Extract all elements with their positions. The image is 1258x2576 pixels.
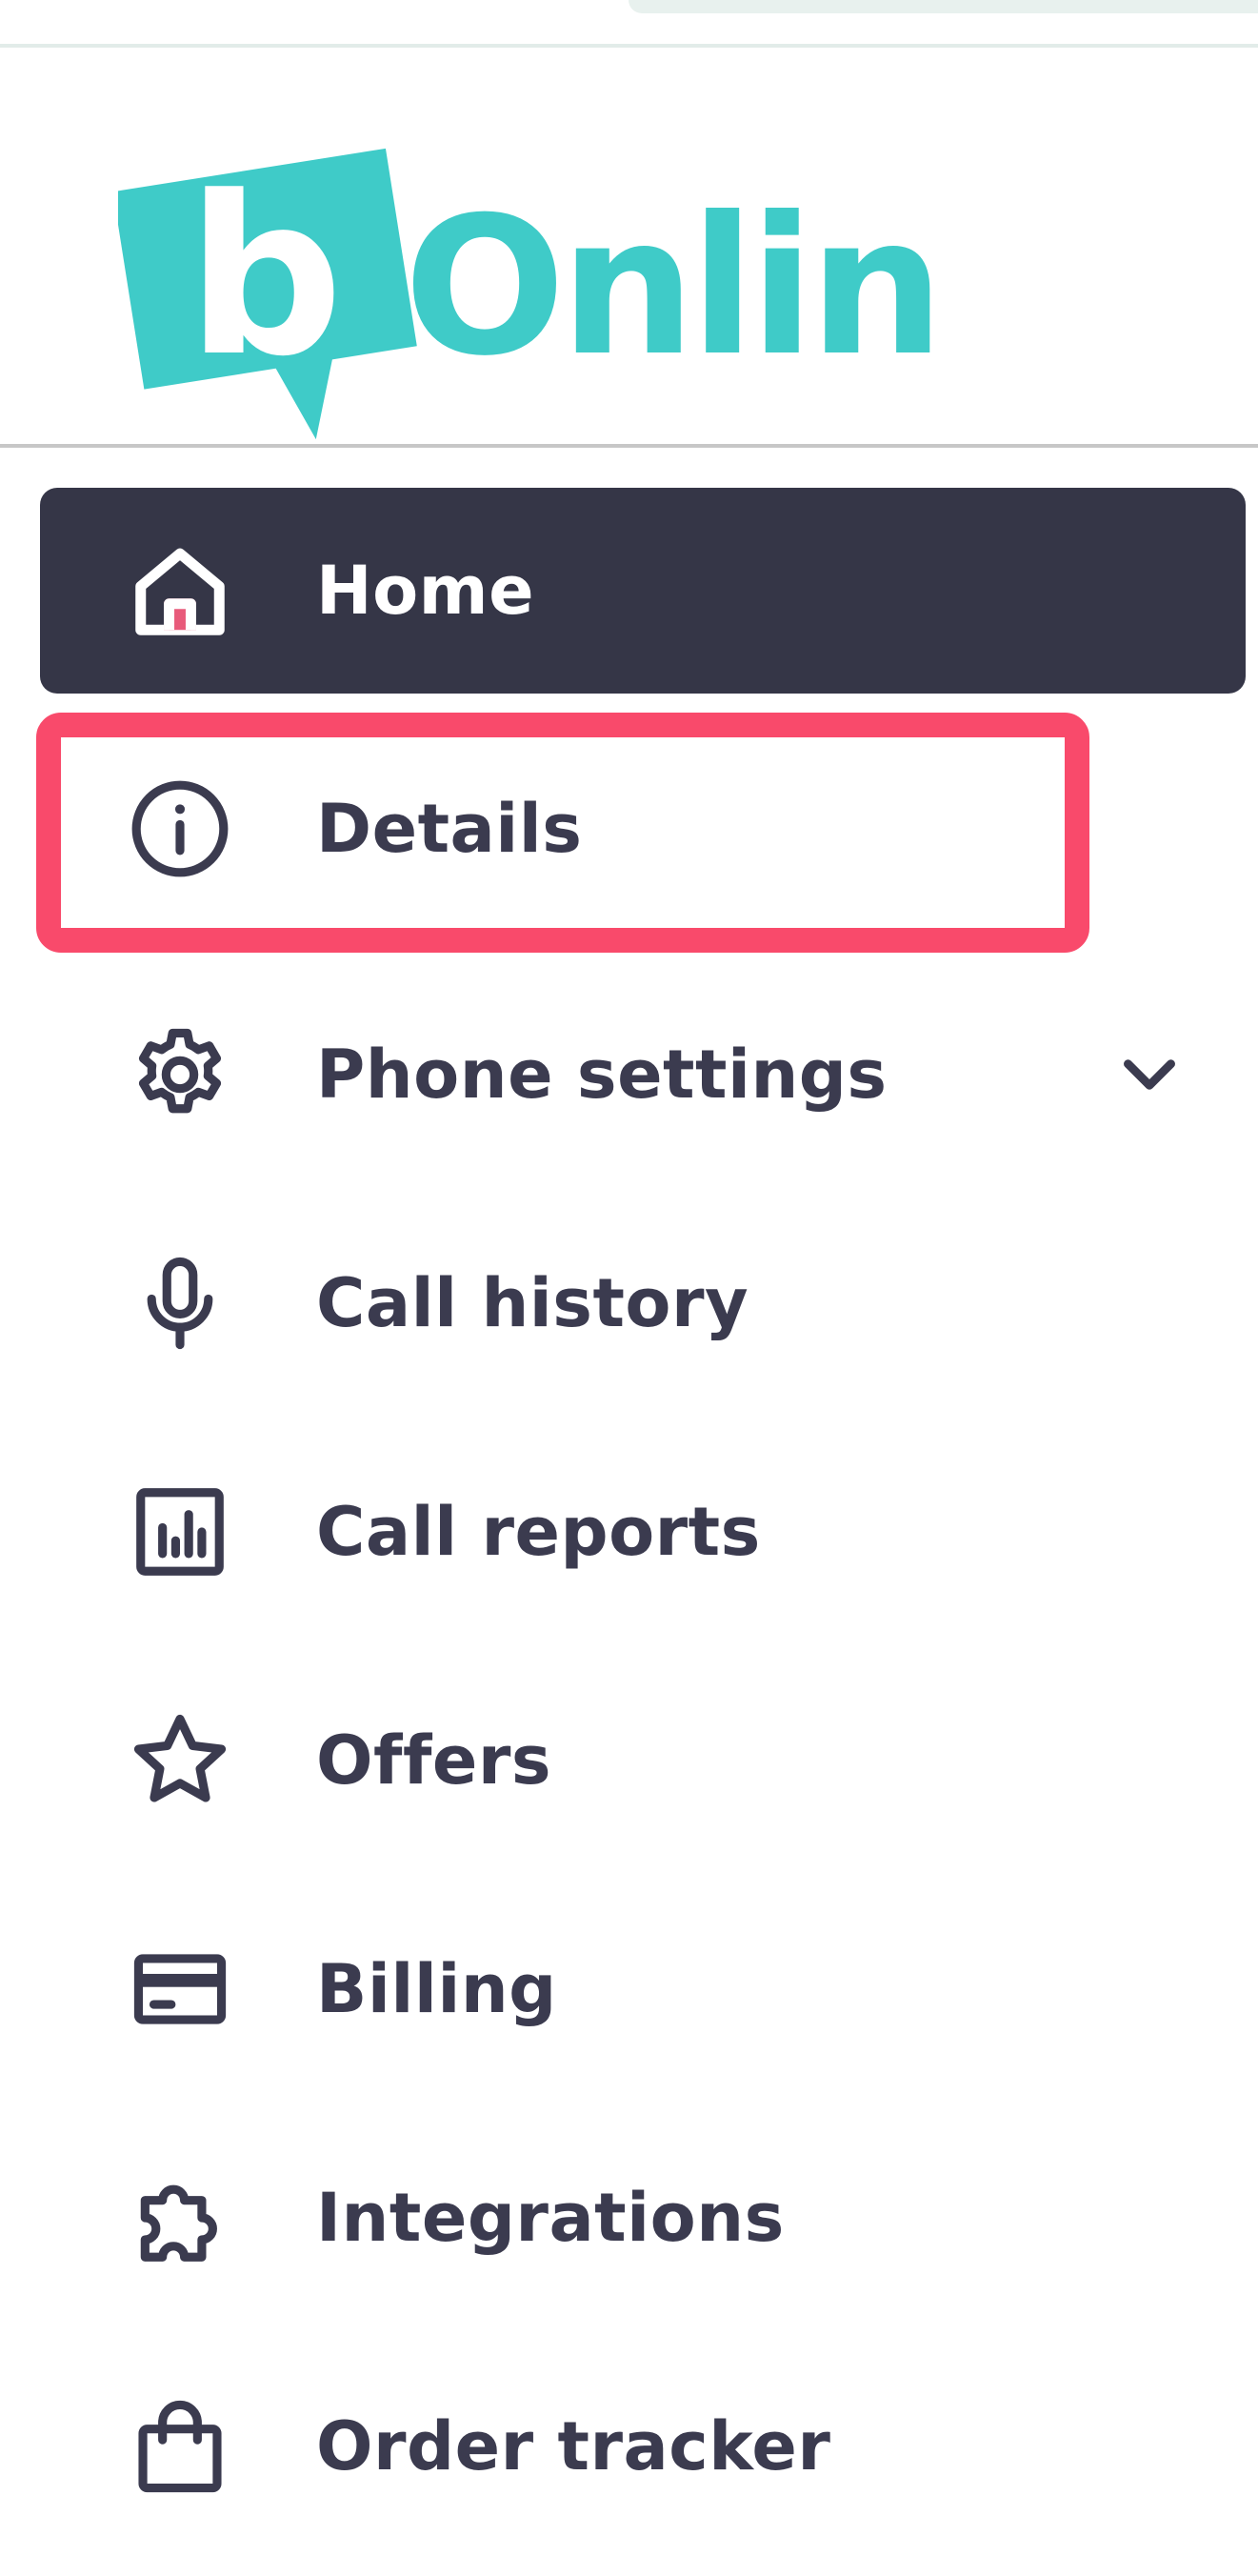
sidebar-item-home[interactable]: Home: [40, 488, 1246, 694]
sidebar-item-billing[interactable]: Billing: [40, 1886, 1246, 2092]
top-bar-tab: [629, 0, 1258, 13]
gear-icon: [128, 1022, 232, 1127]
logo-text: Online: [404, 176, 937, 398]
browser-top-bar: [0, 0, 1258, 48]
sidebar-item-label: Call reports: [316, 1493, 761, 1571]
sidebar-item-label: Offers: [316, 1721, 552, 1800]
sidebar-item-phone-settings[interactable]: Phone settings: [40, 972, 1246, 1177]
sidebar-item-label: Home: [316, 552, 535, 630]
sidebar-item-details[interactable]: Details: [40, 726, 1246, 932]
credit-card-icon: [128, 1937, 232, 2042]
logo-letter: b: [187, 151, 344, 405]
sidebar-item-label: Order tracker: [316, 2407, 831, 2485]
sidebar-item-integrations[interactable]: Integrations: [40, 2115, 1246, 2321]
sidebar-item-label: Integrations: [316, 2179, 785, 2257]
sidebar-item-label: Details: [316, 790, 583, 868]
sidebar-item-label: Phone settings: [316, 1036, 888, 1114]
sidebar-item-call-reports[interactable]: Call reports: [40, 1429, 1246, 1635]
chevron-down-icon[interactable]: [1107, 1032, 1192, 1117]
star-icon: [128, 1708, 232, 1813]
microphone-icon: [128, 1251, 232, 1356]
bonline-logo[interactable]: b Online: [118, 131, 937, 455]
sidebar-item-label: Call history: [316, 1264, 749, 1342]
bar-chart-icon: [128, 1479, 232, 1584]
sidebar-item-call-history[interactable]: Call history: [40, 1200, 1246, 1406]
sidebar-item-order-tracker[interactable]: Order tracker: [40, 2344, 1246, 2549]
home-icon: [128, 538, 232, 643]
logo-area: b Online: [0, 48, 1258, 446]
shopping-bag-icon: [128, 2394, 232, 2499]
info-icon: [128, 776, 232, 881]
sidebar-item-offers[interactable]: Offers: [40, 1658, 1246, 1863]
puzzle-icon: [128, 2165, 232, 2270]
sidebar-nav: Home Details Phone settings Call history…: [0, 448, 1258, 2576]
sidebar-item-label: Billing: [316, 1950, 557, 2028]
